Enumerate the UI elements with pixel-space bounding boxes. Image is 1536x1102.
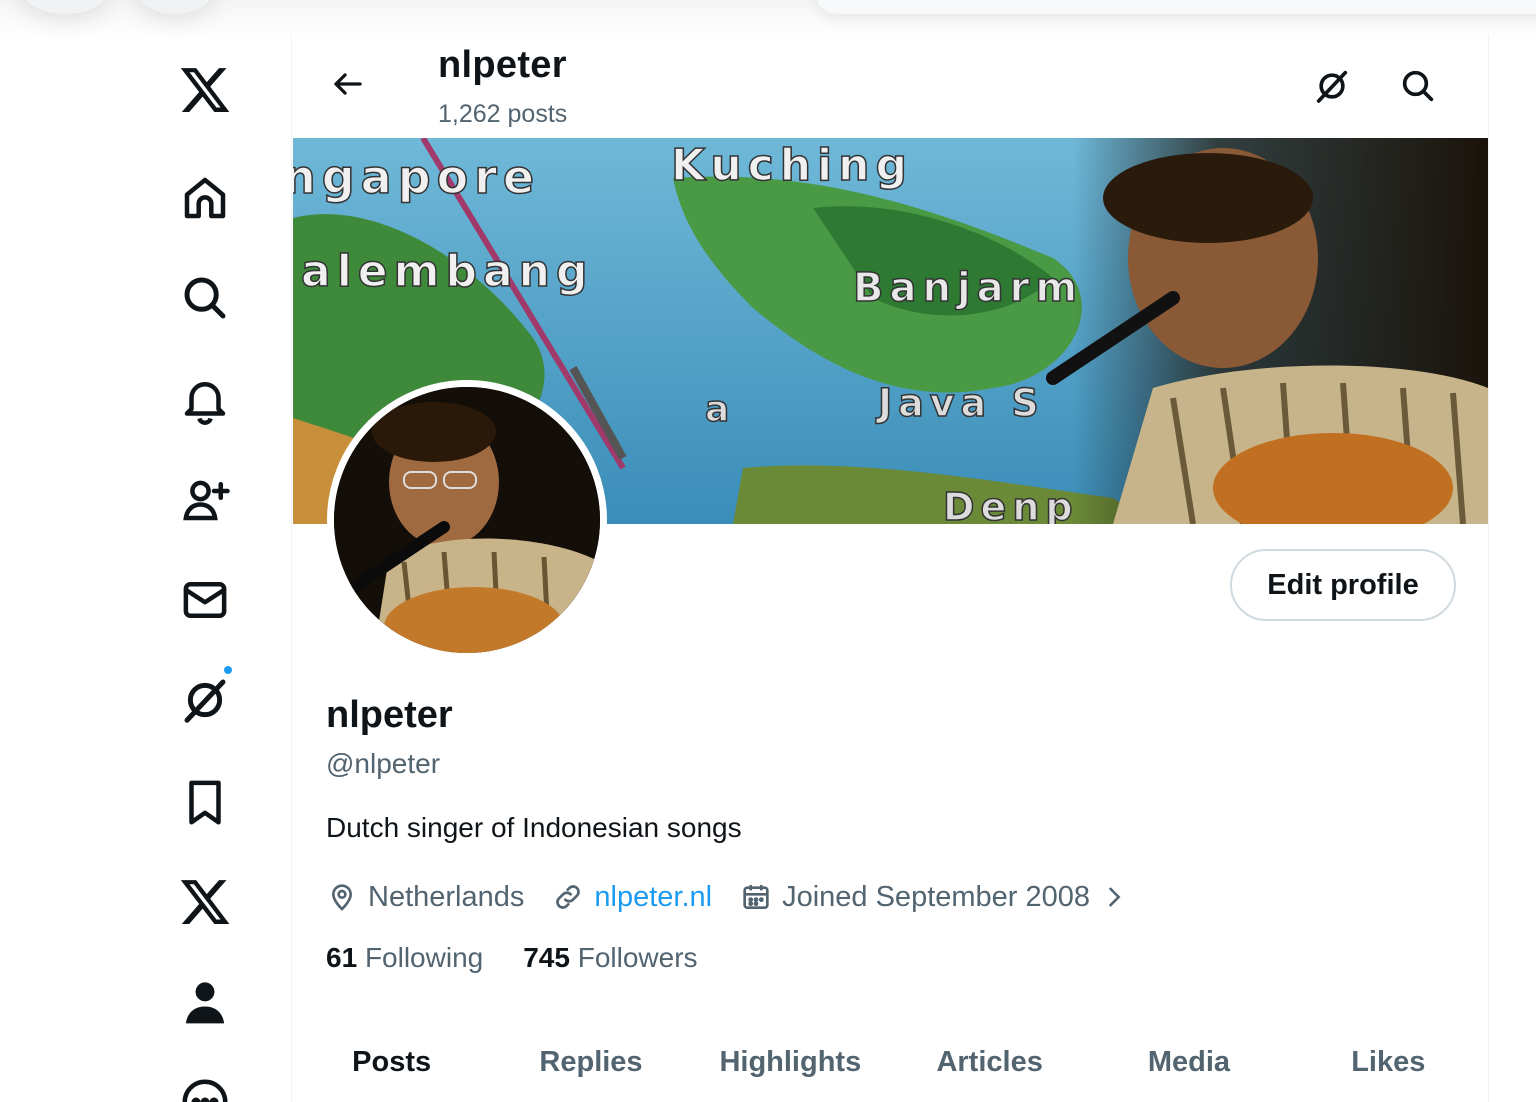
grok-icon (1316, 70, 1348, 103)
joined-item[interactable]: Joined September 2008 (740, 881, 1128, 914)
grok-icon (184, 679, 226, 723)
followers-link[interactable]: 745 Followers (523, 942, 697, 974)
link-icon (552, 881, 584, 913)
nav-profile[interactable] (150, 962, 260, 1042)
grok-button[interactable] (1306, 60, 1358, 112)
follow-stats: 61 Following 745 Followers (326, 942, 738, 974)
tab-media[interactable]: Media (1089, 1034, 1288, 1102)
following-link[interactable]: 61 Following (326, 942, 483, 974)
profile-header-bar: nlpeter 1,262 posts (292, 34, 1488, 138)
following-count: 61 (326, 942, 358, 973)
calendar-icon (740, 881, 772, 913)
add-user-icon (183, 480, 230, 521)
nav-bookmarks[interactable] (150, 762, 260, 842)
home-icon (184, 177, 226, 219)
more-circle-icon (182, 1079, 228, 1102)
followers-count: 745 (523, 942, 570, 973)
website-link[interactable]: nlpeter.nl (594, 881, 712, 914)
bell-icon (184, 382, 226, 425)
bookmark-icon (189, 780, 221, 825)
profile-handle: @nlpeter (326, 748, 441, 779)
nav-home[interactable] (150, 158, 260, 238)
map-label: a (705, 389, 729, 430)
x-premium-icon (180, 880, 230, 924)
nav-notifications[interactable] (150, 360, 260, 440)
tab-posts[interactable]: Posts (292, 1034, 491, 1102)
chevron-right-icon (1109, 887, 1121, 907)
following-label: Following (364, 942, 484, 973)
map-label: Kuching (671, 140, 913, 191)
nav-x-logo[interactable] (150, 50, 260, 130)
back-button[interactable] (320, 56, 376, 112)
nav-more[interactable] (150, 1062, 260, 1102)
nav-messages[interactable] (150, 560, 260, 640)
tab-articles[interactable]: Articles (890, 1034, 1089, 1102)
notification-dot (222, 664, 234, 676)
arrow-left-icon (334, 73, 362, 95)
map-label: Java S (875, 381, 1045, 425)
tab-replies[interactable]: Replies (491, 1034, 690, 1102)
nav-follow[interactable] (150, 460, 260, 540)
search-icon (1402, 70, 1434, 102)
profile-column: nlpeter 1,262 posts ngapore Kuching alem… (291, 34, 1489, 1102)
nav-premium[interactable] (150, 862, 260, 942)
profile-name: nlpeter (326, 694, 453, 736)
search-icon (184, 277, 226, 319)
map-label: ngapore (293, 150, 540, 204)
location-item: Netherlands (326, 881, 524, 914)
avatar-image (334, 387, 600, 653)
tab-likes[interactable]: Likes (1289, 1034, 1488, 1102)
search-button[interactable] (1392, 60, 1444, 112)
map-label: alembang (301, 246, 593, 297)
nav-explore[interactable] (150, 258, 260, 338)
mail-icon (183, 582, 227, 618)
tab-highlights[interactable]: Highlights (691, 1034, 890, 1102)
profile-bio: Dutch singer of Indonesian songs (326, 812, 742, 843)
joined-text: Joined September 2008 (782, 880, 1091, 913)
map-label: Banjarm (853, 265, 1083, 311)
profile-icon (185, 982, 225, 1024)
x-logo-icon (180, 68, 230, 112)
profile-meta: Netherlands nlpeter.nl Joined September … (326, 877, 1156, 917)
nav-grok[interactable] (150, 660, 260, 740)
profile-avatar[interactable] (327, 380, 607, 660)
browser-address-bar[interactable] (815, 0, 1536, 14)
location-pin-icon (326, 881, 358, 913)
profile-tabs: Posts Replies Highlights Articles Media … (292, 1034, 1488, 1102)
edit-profile-button[interactable]: Edit profile (1230, 549, 1456, 621)
website-item: nlpeter.nl (552, 881, 712, 914)
followers-label: Followers (577, 942, 698, 973)
header-post-count: 1,262 posts (438, 100, 568, 128)
map-label: Denp (943, 485, 1079, 524)
location-text: Netherlands (368, 880, 525, 913)
header-name: nlpeter (438, 44, 567, 86)
